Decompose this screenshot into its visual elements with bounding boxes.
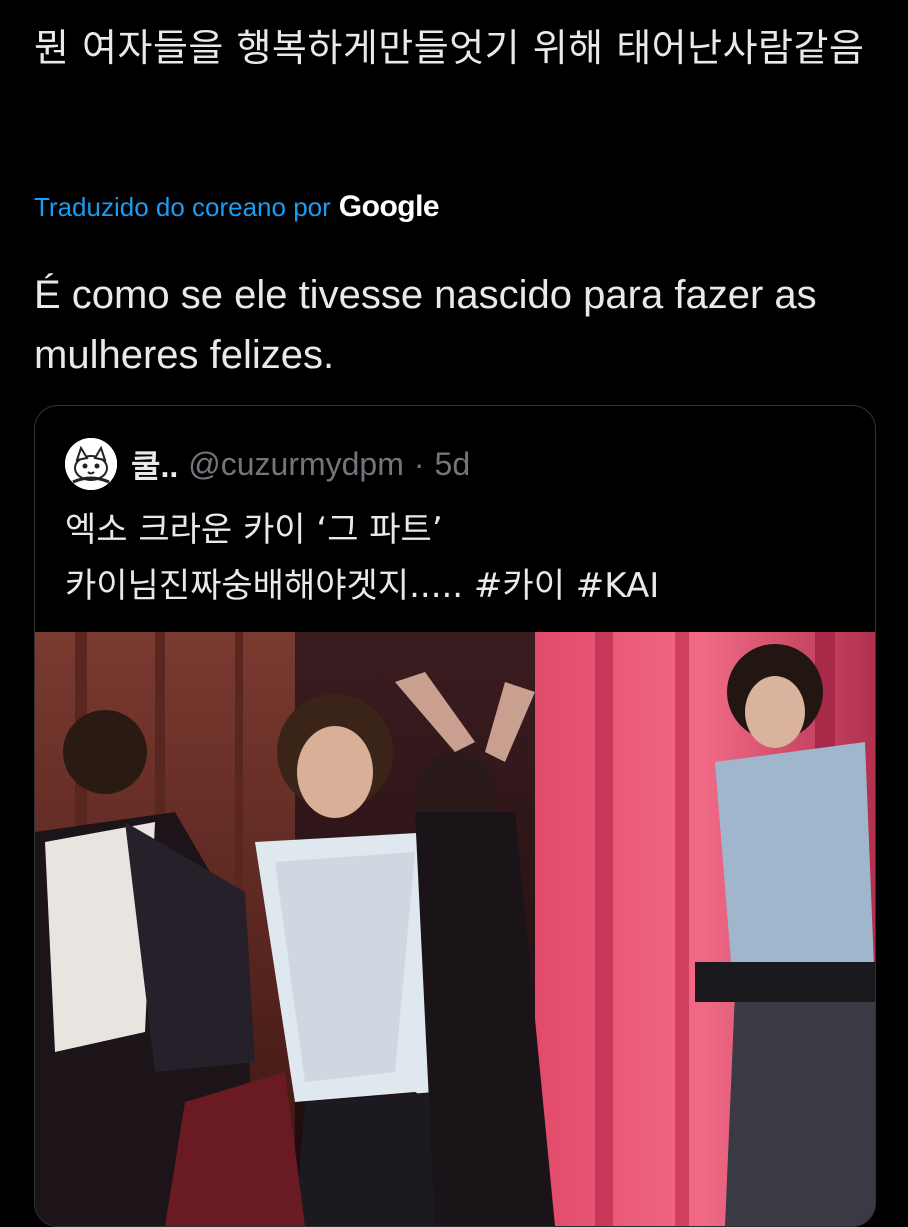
- quoted-tweet-header: 쿨.. @cuzurmydpm · 5d: [65, 438, 470, 490]
- quoted-tweet-media[interactable]: [35, 632, 875, 1226]
- quoted-text-line-1: 엑소 크라운 카이 ‘그 파트’: [65, 510, 443, 550]
- cat-avatar-icon: [65, 438, 117, 490]
- translation-label[interactable]: Traduzido do coreano por: [34, 192, 331, 223]
- concert-photo: [35, 632, 875, 1226]
- avatar[interactable]: [65, 438, 117, 490]
- quoted-timestamp[interactable]: 5d: [435, 446, 471, 483]
- quoted-tweet-text: 엑소 크라운 카이 ‘그 파트’ 카이님진짜숭배해야겟지..... #카이 #K…: [65, 502, 855, 614]
- translation-attribution[interactable]: Traduzido do coreano por Google: [34, 190, 440, 224]
- quoted-text-line-2: 카이님진짜숭배해야겟지..... #카이 #KAI: [65, 566, 660, 606]
- quoted-tweet-card[interactable]: 쿨.. @cuzurmydpm · 5d 엑소 크라운 카이 ‘그 파트’ 카이…: [34, 405, 876, 1227]
- google-logo: Google: [338, 190, 440, 223]
- tweet-translated-text: É como se ele tivesse nascido para fazer…: [34, 273, 817, 377]
- quoted-display-name[interactable]: 쿨..: [131, 441, 178, 487]
- separator-dot: ·: [413, 445, 425, 482]
- tweet: 뭔 여자들을 행복하게만들엇기 위해 태어난사람같음 Traduzido do …: [34, 20, 876, 377]
- quoted-handle[interactable]: @cuzurmydpm: [188, 446, 404, 483]
- tweet-original-text: 뭔 여자들을 행복하게만들엇기 위해 태어난사람같음: [34, 26, 865, 70]
